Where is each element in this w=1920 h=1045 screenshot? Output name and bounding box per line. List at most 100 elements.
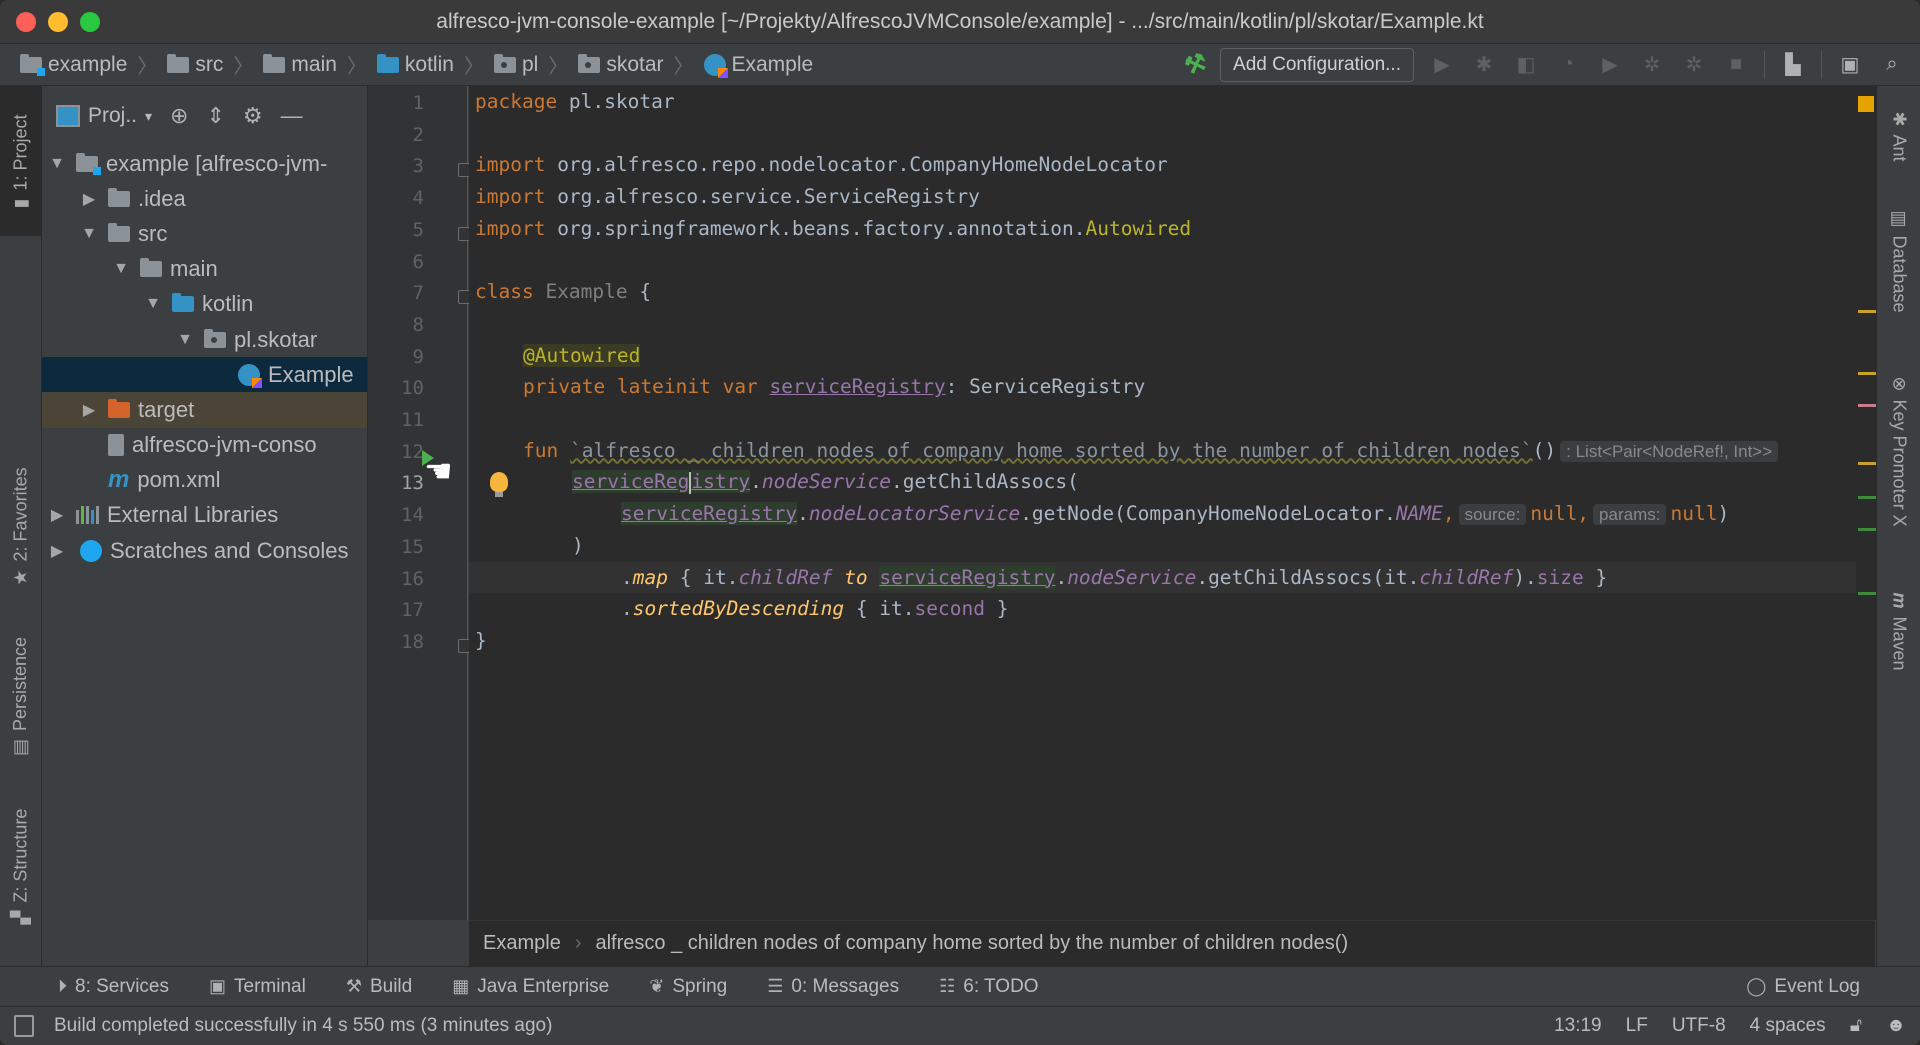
line-number[interactable]: 16 <box>368 568 424 590</box>
tree-node-src[interactable]: ▼ src <box>42 216 367 251</box>
tool-tab-spring[interactable]: ❦ Spring <box>649 976 727 998</box>
stop-icon[interactable]: ■ <box>1722 51 1750 79</box>
tree-node-target[interactable]: ▶ target <box>42 392 367 428</box>
close-window-button[interactable] <box>16 12 36 32</box>
expand-arrow-icon[interactable]: ▼ <box>176 331 194 349</box>
inspection-status-icon[interactable] <box>1858 96 1874 112</box>
coverage-icon[interactable]: ◧ <box>1512 51 1540 79</box>
tool-tab-messages[interactable]: ☰ 0: Messages <box>767 976 899 998</box>
view-selector-dropdown[interactable]: Proj.. ▾ <box>56 104 152 128</box>
line-number[interactable]: 9 <box>368 346 424 368</box>
gear-icon[interactable]: ⚙ <box>243 103 263 129</box>
profile-icon[interactable]: ◔ <box>1554 51 1582 79</box>
run-icon[interactable]: ▶ <box>1428 51 1456 79</box>
line-number[interactable]: 5 <box>368 219 424 241</box>
attach-debugger-icon[interactable]: ✲ <box>1638 51 1666 79</box>
unlock-icon[interactable]: 🔓︎ <box>1850 1015 1862 1037</box>
breadcrumb-function[interactable]: alfresco _ children nodes of company hom… <box>595 932 1348 955</box>
file-encoding[interactable]: UTF-8 <box>1672 1015 1726 1037</box>
tool-tab-maven[interactable]: m Maven <box>1877 576 1920 686</box>
code-editor[interactable]: package pl.skotar import org.alfresco.re… <box>469 86 1875 920</box>
tool-tab-database[interactable]: ▥ Database <box>1877 196 1920 326</box>
line-number[interactable]: 4 <box>368 187 424 209</box>
breadcrumb-main[interactable]: main <box>263 53 337 77</box>
expand-arrow-icon[interactable]: ▼ <box>80 225 98 243</box>
minimize-window-button[interactable] <box>48 12 68 32</box>
line-number[interactable]: 2 <box>368 124 424 146</box>
tool-tab-structure[interactable]: ▞ Z: Structure <box>0 786 42 946</box>
line-number[interactable]: 14 <box>368 504 424 526</box>
run-anything-icon[interactable]: ▣ <box>1836 51 1864 79</box>
tool-tab-key-promoter[interactable]: ⊗ Key Promoter X <box>1877 356 1920 546</box>
maximize-window-button[interactable] <box>80 12 100 32</box>
breadcrumb-pl[interactable]: pl <box>493 53 538 77</box>
code-line-13: serviceReg istry.nodeService.getChildAsso… <box>572 470 1079 494</box>
tool-tab-terminal[interactable]: ▣ Terminal <box>209 976 306 998</box>
caret-position[interactable]: 13:19 <box>1554 1015 1602 1037</box>
tool-tab-build[interactable]: ⚒ Build <box>346 976 412 998</box>
line-number[interactable]: 3 <box>368 155 424 177</box>
tree-node-idea[interactable]: ▶ .idea <box>42 181 367 216</box>
breadcrumb-src[interactable]: src <box>167 53 223 77</box>
line-number[interactable]: 11 <box>368 409 424 431</box>
line-number[interactable]: 12 <box>368 441 424 463</box>
tree-node-example[interactable]: ▼ example [alfresco-jvm- <box>42 146 367 181</box>
tree-node-main[interactable]: ▼ main <box>42 252 367 287</box>
breadcrumb-example[interactable]: example <box>20 53 127 77</box>
line-number[interactable]: 6 <box>368 251 424 273</box>
search-icon[interactable]: ⌕ <box>1878 51 1906 79</box>
line-separator[interactable]: LF <box>1626 1015 1648 1037</box>
hide-panel-icon[interactable]: — <box>281 103 303 129</box>
line-number[interactable]: 7 <box>368 282 424 304</box>
line-number[interactable]: 1 <box>368 92 424 114</box>
expand-arrow-icon[interactable]: ▼ <box>144 295 162 313</box>
tree-node-example-class[interactable]: Example <box>42 357 367 393</box>
collapse-arrow-icon[interactable]: ▶ <box>48 505 66 525</box>
tool-tab-services[interactable]: ⏵ 8: Services <box>58 976 169 998</box>
tool-tab-project[interactable]: ▮ 1: Project <box>0 86 42 236</box>
project-structure-icon[interactable]: ▙ <box>1779 51 1807 79</box>
tree-node-iml[interactable]: alfresco-jvm-conso <box>42 428 367 463</box>
tool-tab-event-log[interactable]: ◯ Event Log <box>1746 976 1860 998</box>
intention-bulb-icon[interactable] <box>490 472 508 497</box>
tree-node-pom[interactable]: m pom.xml <box>42 463 367 498</box>
tool-tab-java-enterprise[interactable]: ▦ Java Enterprise <box>452 976 609 998</box>
status-message[interactable]: Build completed successfully in 4 s 550 … <box>54 1015 552 1037</box>
expand-arrow-icon[interactable]: ▼ <box>112 260 130 278</box>
build-hammer-icon[interactable]: ⚒ <box>1180 47 1210 82</box>
breadcrumb-skotar[interactable]: skotar <box>578 53 664 77</box>
add-configuration-button[interactable]: Add Configuration... <box>1220 47 1414 82</box>
tree-node-pl-skotar[interactable]: ▼ pl.skotar <box>42 322 367 357</box>
line-number[interactable]: 18 <box>368 631 424 653</box>
line-number[interactable]: 17 <box>368 599 424 621</box>
tool-tab-ant[interactable]: ✱ Ant <box>1877 96 1920 176</box>
tree-node-scratches[interactable]: ▶ Scratches and Consoles <box>42 533 367 568</box>
tool-tab-favorites[interactable]: ★ 2: Favorites <box>0 446 42 606</box>
tree-node-kotlin[interactable]: ▼ kotlin <box>42 287 367 322</box>
code-line-4: import org.alfresco.service.ServiceRegis… <box>475 185 980 209</box>
collapse-arrow-icon[interactable]: ▶ <box>80 189 98 209</box>
breadcrumb-example-class[interactable]: Example <box>703 53 813 78</box>
collapse-arrow-icon[interactable]: ▶ <box>48 541 66 561</box>
run-concurrency-icon[interactable]: ▶ <box>1596 51 1624 79</box>
indent-setting[interactable]: 4 spaces <box>1750 1015 1826 1037</box>
expand-arrow-icon[interactable]: ▼ <box>48 155 66 173</box>
attach-profiler-icon[interactable]: ✲ <box>1680 51 1708 79</box>
line-number[interactable]: 15 <box>368 536 424 558</box>
line-number[interactable]: 13 <box>368 472 424 494</box>
database-icon: ▥ <box>1889 209 1910 227</box>
code-text[interactable]: package pl.skotar import org.alfresco.re… <box>475 86 1779 652</box>
inspector-icon[interactable]: ☻ <box>1886 1015 1906 1037</box>
tree-node-external-libraries[interactable]: ▶ External Libraries <box>42 498 367 533</box>
collapse-arrow-icon[interactable]: ▶ <box>80 400 98 420</box>
tool-tab-persistence[interactable]: ▤ Persistence <box>0 616 42 776</box>
locate-file-icon[interactable]: ⊕ <box>170 103 188 129</box>
line-number[interactable]: 10 <box>368 377 424 399</box>
breadcrumb-class[interactable]: Example <box>483 932 561 955</box>
toggle-tool-windows-icon[interactable] <box>14 1015 34 1037</box>
tool-tab-todo[interactable]: ☷ 6: TODO <box>939 976 1038 998</box>
debug-icon[interactable]: ✱ <box>1470 51 1498 79</box>
line-number[interactable]: 8 <box>368 314 424 336</box>
collapse-all-icon[interactable]: ⇕ <box>206 103 224 129</box>
breadcrumb-kotlin[interactable]: kotlin <box>376 53 454 77</box>
